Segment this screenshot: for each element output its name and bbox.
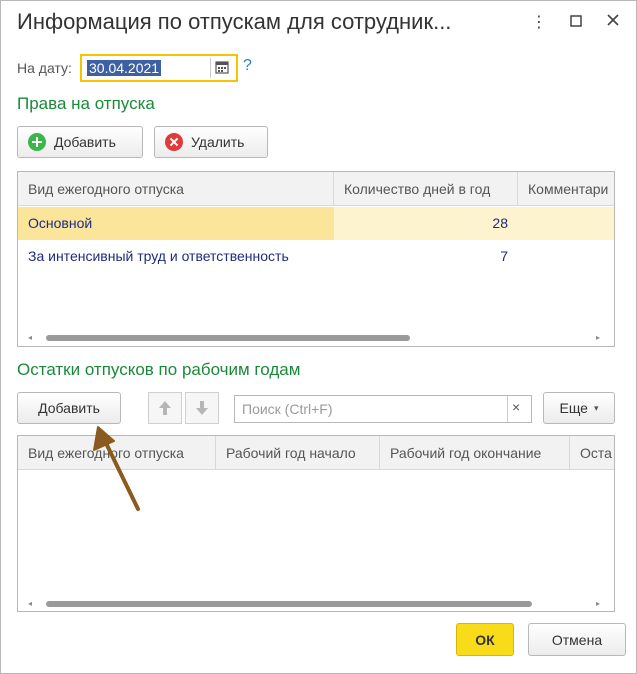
date-separator — [210, 58, 211, 78]
date-field[interactable]: 30.04.2021 — [80, 54, 238, 82]
column-header[interactable]: Вид ежегодного отпуска — [18, 436, 216, 470]
table-cell: 7 — [500, 248, 508, 264]
more-menu-button[interactable]: Еще ▾ — [543, 392, 615, 424]
date-value[interactable]: 30.04.2021 — [87, 60, 162, 76]
dialog-window: Информация по отпускам для сотрудник... … — [0, 0, 637, 674]
scroll-right-icon[interactable]: ▸ — [596, 599, 600, 608]
help-link[interactable]: ? — [243, 57, 252, 75]
table-cell: 28 — [334, 207, 518, 240]
balances-table-header: Вид ежегодного отпуска Рабочий год начал… — [18, 436, 614, 470]
search-field[interactable]: × — [234, 395, 532, 423]
delete-icon — [165, 133, 183, 151]
move-up-button[interactable] — [148, 392, 182, 424]
more-label: Еще — [559, 400, 588, 416]
scroll-left-icon[interactable]: ◂ — [28, 333, 32, 342]
column-header[interactable]: Оста — [570, 436, 614, 470]
cancel-button[interactable]: Отмена — [528, 623, 626, 656]
ok-button[interactable]: ОК — [456, 623, 514, 656]
balances-table[interactable]: Вид ежегодного отпуска Рабочий год начал… — [17, 435, 615, 612]
search-input[interactable] — [235, 396, 505, 422]
column-header[interactable]: Рабочий год окончание — [380, 436, 570, 470]
scrollbar-thumb[interactable] — [46, 335, 410, 341]
search-separator — [507, 396, 508, 422]
balances-horizontal-scrollbar[interactable]: ◂ ▸ — [18, 596, 614, 610]
add-icon — [28, 133, 46, 151]
close-icon[interactable] — [603, 13, 623, 33]
table-row[interactable]: За интенсивный труд и ответственность 7 — [18, 240, 614, 273]
column-header[interactable]: Количество дней в год — [334, 172, 518, 206]
move-down-button[interactable] — [185, 392, 219, 424]
scroll-right-icon[interactable]: ▸ — [596, 333, 600, 342]
rights-add-button[interactable]: Добавить — [17, 126, 143, 158]
rights-table-header: Вид ежегодного отпуска Количество дней в… — [18, 172, 614, 206]
table-row[interactable]: Основной 28 — [18, 207, 614, 240]
rights-add-label: Добавить — [54, 134, 116, 150]
table-cell: За интенсивный труд и ответственность — [28, 248, 289, 264]
table-cell: Основной — [28, 215, 93, 231]
balances-add-label: Добавить — [38, 400, 100, 416]
calendar-icon[interactable] — [215, 60, 229, 74]
rights-delete-button[interactable]: Удалить — [154, 126, 268, 158]
rights-delete-label: Удалить — [191, 134, 245, 150]
balances-section-title: Остатки отпусков по рабочим годам — [17, 360, 301, 379]
maximize-icon[interactable] — [566, 13, 586, 33]
column-header[interactable]: Рабочий год начало — [216, 436, 380, 470]
rights-table[interactable]: Вид ежегодного отпуска Количество дней в… — [17, 171, 615, 347]
rights-horizontal-scrollbar[interactable]: ◂ ▸ — [18, 330, 614, 344]
rights-section-title: Права на отпуска — [17, 94, 155, 113]
table-cell — [518, 207, 614, 240]
column-header[interactable]: Вид ежегодного отпуска — [18, 172, 334, 206]
table-cell — [518, 240, 614, 273]
arrow-down-icon — [196, 401, 208, 415]
balances-add-button[interactable]: Добавить — [17, 392, 121, 424]
more-vertical-icon[interactable]: ⋮ — [529, 13, 549, 33]
chevron-down-icon: ▾ — [593, 402, 599, 413]
arrow-up-icon — [159, 401, 171, 415]
scroll-left-icon[interactable]: ◂ — [28, 599, 32, 608]
window-title: Информация по отпускам для сотрудник... — [17, 9, 452, 34]
clear-search-icon[interactable]: × — [512, 399, 520, 415]
column-header[interactable]: Комментари — [518, 172, 614, 206]
date-label: На дату: — [17, 60, 72, 76]
scrollbar-thumb[interactable] — [46, 601, 532, 607]
